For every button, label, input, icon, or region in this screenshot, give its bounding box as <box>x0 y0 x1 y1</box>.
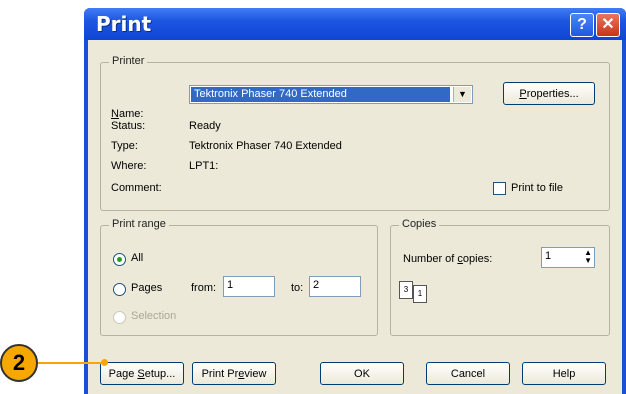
printer-legend: Printer <box>109 55 148 67</box>
ok-button[interactable]: OK <box>320 362 404 385</box>
copies-legend: Copies <box>399 218 440 230</box>
printer-name-value: Tektronix Phaser 740 Extended <box>191 87 450 102</box>
step-callout-badge: 2 <box>0 344 38 382</box>
pages-label[interactable]: Pages <box>131 282 162 294</box>
from-label: from: <box>191 282 217 294</box>
where-value: LPT1: <box>189 160 219 172</box>
properties-button[interactable]: Properties... <box>503 82 595 105</box>
status-value: Ready <box>189 120 221 132</box>
print-preview-button[interactable]: Print Preview <box>192 362 276 385</box>
all-label[interactable]: All <box>131 252 143 264</box>
page-setup-button[interactable]: Page Setup... <box>100 362 184 385</box>
print-range-group: Print range All Pages from: 1 to: 2 Sele… <box>100 218 378 336</box>
to-label: to: <box>291 282 304 294</box>
spinner-arrows-icon[interactable]: ▲ ▼ <box>584 249 592 265</box>
window-title: Print <box>96 12 152 36</box>
chevron-down-icon[interactable]: ▼ <box>453 87 471 102</box>
collate-icon: 3 1 <box>399 281 439 315</box>
all-radio[interactable] <box>113 253 126 266</box>
from-input[interactable]: 1 <box>223 276 275 297</box>
name-label: Name: <box>111 108 144 120</box>
type-label: Type: <box>111 140 138 152</box>
pages-radio[interactable] <box>113 283 126 296</box>
number-of-copies-label: Number of copies: <box>403 253 493 265</box>
print-to-file-label[interactable]: Print to file <box>511 182 563 194</box>
where-label: Where: <box>111 160 147 172</box>
print-range-legend: Print range <box>109 218 169 230</box>
dialog-body: Printer Name: Tektronix Phaser 740 Exten… <box>88 40 622 394</box>
selection-radio[interactable] <box>113 311 126 324</box>
type-value: Tektronix Phaser 740 Extended <box>189 140 342 152</box>
copies-group: Copies Number of copies: 1 ▲ ▼ 3 1 <box>390 218 610 336</box>
to-input[interactable]: 2 <box>309 276 361 297</box>
printer-group: Printer Name: Tektronix Phaser 740 Exten… <box>100 55 610 211</box>
title-bar[interactable]: Print ? ✕ <box>84 8 626 40</box>
close-button[interactable]: ✕ <box>596 13 620 37</box>
copies-value: 1 <box>545 250 552 262</box>
help-button[interactable]: Help <box>522 362 606 385</box>
status-label: Status: <box>111 120 146 132</box>
print-to-file-checkbox[interactable] <box>493 182 506 195</box>
selection-label[interactable]: Selection <box>131 310 176 322</box>
copies-spinner[interactable]: 1 ▲ ▼ <box>541 247 595 268</box>
callout-line <box>38 362 104 364</box>
printer-name-select[interactable]: Tektronix Phaser 740 Extended ▼ <box>189 85 473 104</box>
help-title-button[interactable]: ? <box>570 13 594 37</box>
comment-label: Comment: <box>111 182 162 194</box>
callout-dot <box>101 359 108 366</box>
cancel-button[interactable]: Cancel <box>426 362 510 385</box>
print-dialog: Print ? ✕ Printer Name: Tektronix Phaser… <box>84 8 626 394</box>
